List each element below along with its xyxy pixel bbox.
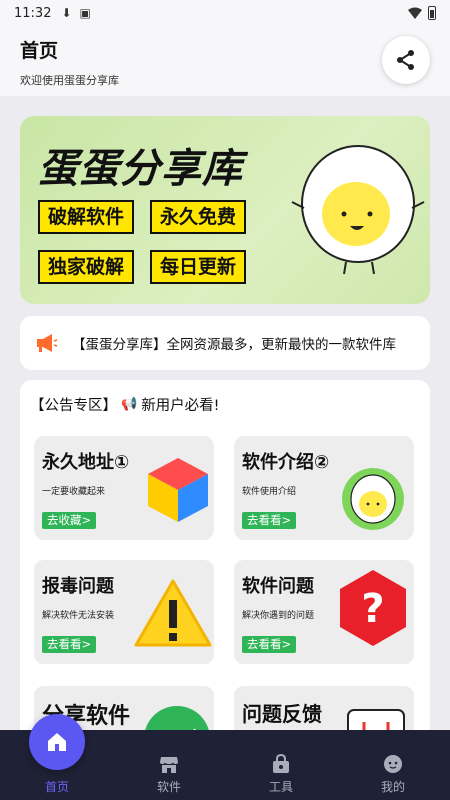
nav-label: 工具 — [268, 780, 293, 794]
banner-tag: 每日更新 — [150, 250, 247, 284]
announcement-heading: 【公告专区】 📢 新用户必看! — [30, 394, 220, 415]
share-button[interactable] — [382, 36, 430, 84]
card-title: 软件介绍② — [242, 452, 330, 473]
promo-banner[interactable]: 蛋蛋分享库 破解软件 永久免费 独家破解 每日更新 — [20, 116, 430, 304]
card-action-button[interactable]: 去看看> — [242, 636, 297, 653]
nav-item-tools[interactable]: 工具 — [241, 754, 321, 795]
cube-icon — [148, 458, 208, 522]
card-title: 报毒问题 — [42, 576, 114, 597]
egg-mascot-icon — [291, 145, 425, 275]
announcement-subtitle: 新用户必看! — [141, 398, 220, 414]
notice-marquee[interactable]: 【蛋蛋分享库】全网资源最多，更新最快的一款软件库 — [20, 316, 430, 370]
status-time: 11:32 — [14, 5, 52, 21]
app-header: 首页 欢迎使用蛋蛋分享库 — [0, 26, 450, 96]
lock-bag-icon — [273, 754, 289, 773]
svg-text:?: ? — [361, 586, 384, 632]
home-fab-button[interactable] — [29, 714, 85, 770]
nav-item-mine[interactable]: 我的 — [353, 754, 433, 795]
store-icon — [160, 757, 178, 773]
home-icon — [48, 733, 66, 751]
wifi-icon — [408, 7, 422, 19]
card-action-button[interactable]: 去收藏> — [42, 512, 97, 529]
battery-icon — [428, 6, 436, 20]
card-virus-issue[interactable]: 报毒问题 解决软件无法安装 去看看> — [34, 560, 214, 664]
banner-title: 蛋蛋分享库 — [38, 146, 243, 192]
egg-mascot-small-icon — [342, 468, 404, 530]
nav-label: 软件 — [156, 780, 181, 794]
card-action-button[interactable]: 去看看> — [42, 636, 97, 653]
card-software-issue[interactable]: 软件问题 解决你遇到的问题 去看看> ? — [234, 560, 414, 664]
page-subtitle: 欢迎使用蛋蛋分享库 — [20, 74, 119, 87]
nav-item-software[interactable]: 软件 — [129, 754, 209, 795]
announcement-title: 【公告专区】 — [30, 398, 117, 414]
card-desc: 解决软件无法安装 — [42, 611, 115, 621]
card-title: 软件问题 — [242, 576, 314, 597]
notice-text: 【蛋蛋分享库】全网资源最多，更新最快的一款软件库 — [72, 337, 396, 353]
card-permanent-address[interactable]: 永久地址① 一定要收藏起来 去收藏> — [34, 436, 214, 540]
banner-tag: 破解软件 — [38, 200, 135, 234]
page-title: 首页 — [20, 40, 59, 62]
card-title: 问题反馈 — [242, 702, 322, 726]
announcement-panel: 【公告专区】 📢 新用户必看! 永久地址① 一定要收藏起来 去收藏> 软件介绍②… — [20, 380, 430, 740]
megaphone-icon — [37, 334, 58, 352]
card-desc: 解决你遇到的问题 — [242, 611, 315, 621]
profile-icon — [384, 755, 402, 773]
status-bar: 11:32 ⬇ ▣ — [0, 0, 450, 26]
question-hexagon-icon: ? — [340, 570, 406, 646]
nav-label: 首页 — [44, 780, 69, 794]
nav-label: 我的 — [380, 780, 405, 794]
warning-triangle-icon — [134, 579, 212, 647]
banner-tag: 独家破解 — [38, 250, 135, 284]
card-title: 永久地址① — [42, 452, 130, 473]
banner-tag: 永久免费 — [150, 200, 247, 234]
megaphone-small-icon: 📢 — [121, 397, 138, 412]
share-icon — [397, 50, 414, 70]
card-desc: 一定要收藏起来 — [42, 487, 106, 497]
card-desc: 软件使用介绍 — [242, 487, 297, 497]
card-software-intro[interactable]: 软件介绍② 软件使用介绍 去看看> — [234, 436, 414, 540]
notification-icon: ▣ — [79, 6, 91, 20]
download-icon: ⬇ — [61, 6, 72, 20]
card-action-button[interactable]: 去看看> — [242, 512, 297, 529]
